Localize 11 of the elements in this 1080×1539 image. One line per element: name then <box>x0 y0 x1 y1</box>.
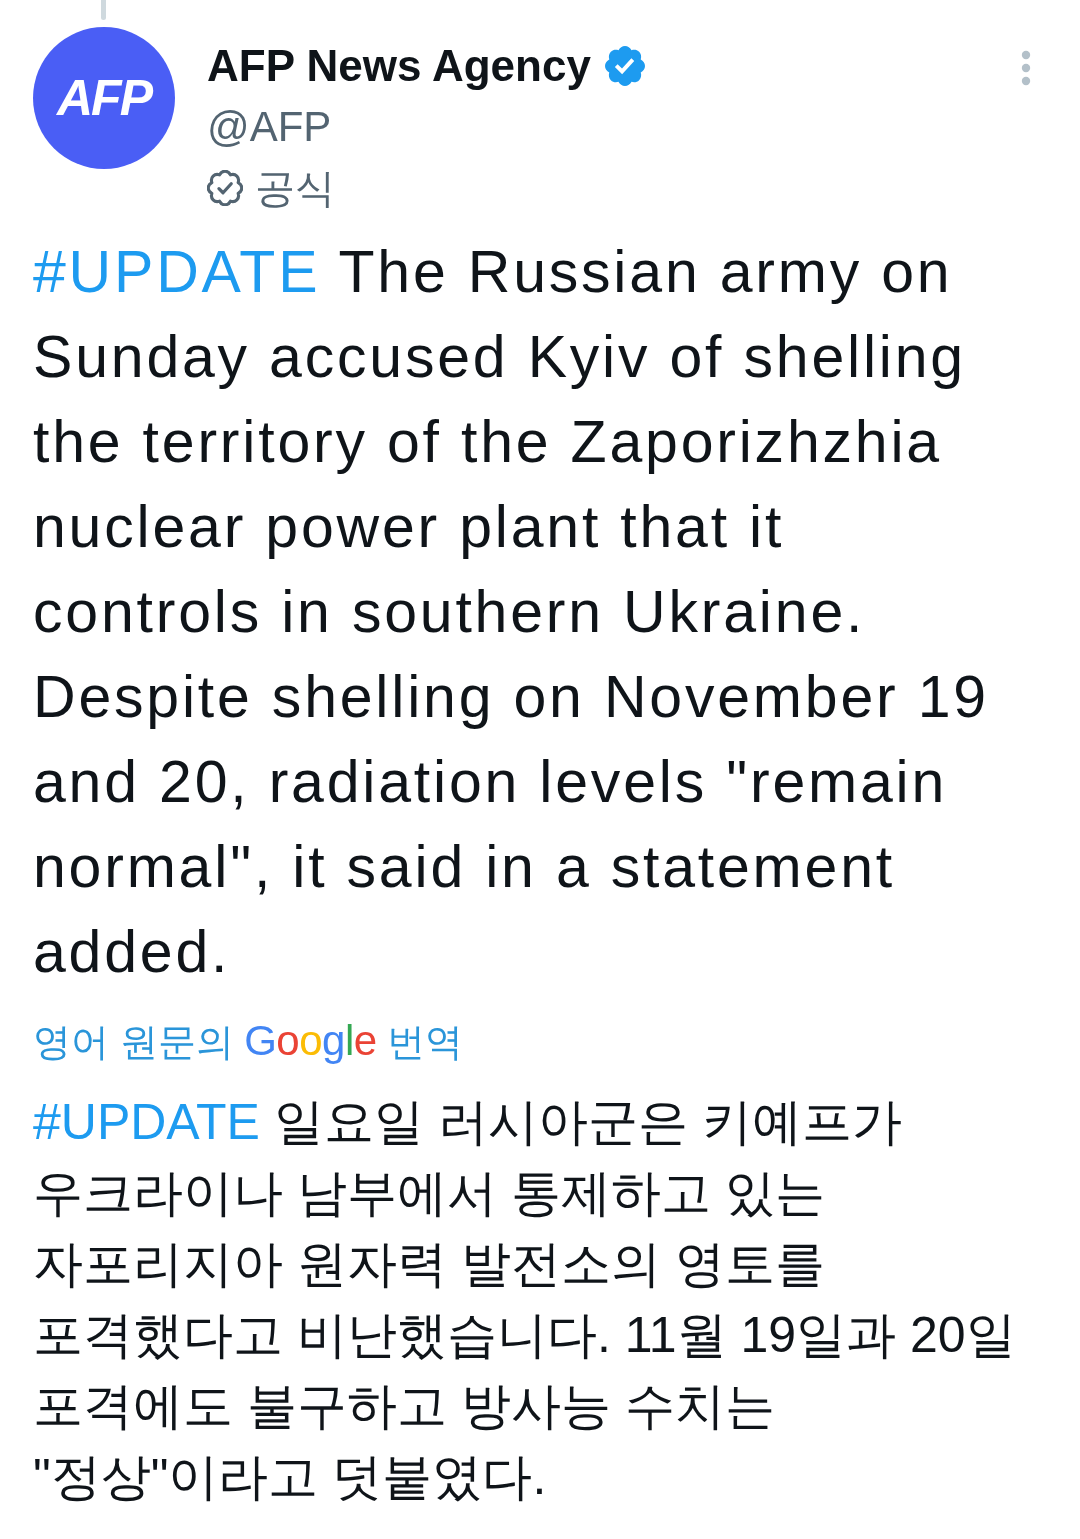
badge-check-icon <box>207 170 243 206</box>
translation-link[interactable]: 영어 원문의 Google 번역 <box>33 1016 464 1067</box>
author-handle[interactable]: @AFP <box>207 96 1020 158</box>
translated-text: #UPDATE 일요일 러시아군은 키예프가 우크라이나 남부에서 통제하고 있는 자포리지아 원자력 발전소의 영토를 포격했다고 비난했습니다. 11월 19일과 20일 포격에도 불구하고 방사능 수치는 "정상"이라고 덧붙였다. <box>33 1093 1017 1507</box>
official-label: 공식 <box>255 165 335 212</box>
more-options-icon[interactable] <box>1020 50 1032 86</box>
hashtag-link[interactable]: #UPDATE <box>33 1094 260 1150</box>
author-name[interactable]: AFP News Agency <box>207 36 591 96</box>
avatar-logo[interactable]: AFP <box>33 27 175 169</box>
tweet-text: #UPDATE The Russian army on Sunday accused Kyiv of shelling the territory of the Zaporizhzhia nuclear power plant that it controls in southern Ukraine. Despite shelling on November 19 and 20, radiation levels "remain normal", it said in a statement added. <box>33 238 990 987</box>
hashtag-link[interactable]: #UPDATE <box>33 239 321 305</box>
